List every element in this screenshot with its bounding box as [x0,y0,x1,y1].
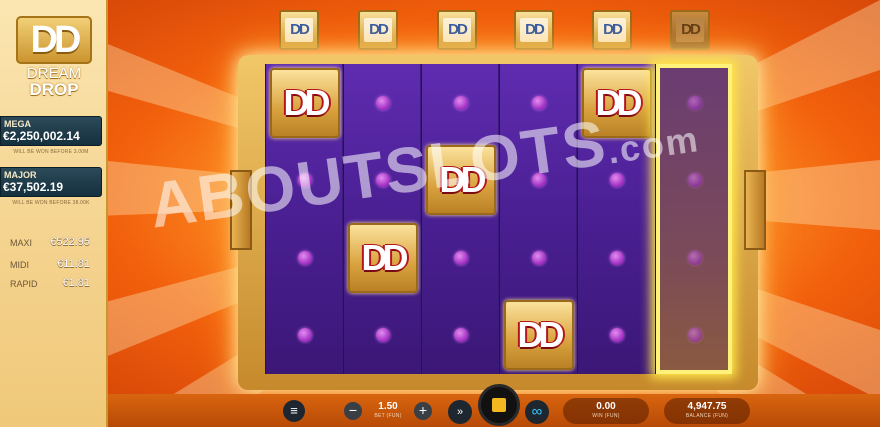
rapid-jackpot: RAPID €1.81 [10,277,90,291]
menu-button[interactable]: ≡ [283,400,305,422]
dd-symbol: DD [425,145,496,216]
major-jackpot-name: MAJOR [4,170,37,180]
top-marker-4: DD [514,10,554,50]
major-jackpot-value: €37,502.19 [3,180,64,194]
empty-dot [297,173,312,188]
dd-symbol: DD [581,67,652,138]
dd-symbol: DD [503,300,574,371]
major-jackpot-note: WILL BE WON BEFORE 38.00K [12,200,90,206]
midi-jackpot: MIDI €11.81 [10,258,90,272]
empty-dot [609,173,624,188]
top-marker-label: DD [285,18,313,42]
bet-label: BET (FUN) [374,413,402,419]
dd-symbol-label: DD [595,81,643,123]
reel-2: DD [343,64,420,374]
stop-icon [492,398,506,412]
empty-dot [531,173,546,188]
top-marker-3: DD [437,10,477,50]
mega-jackpot-value: €2,250,002.14 [3,129,80,143]
top-marker-label: DD [598,18,626,42]
menu-icon: ≡ [290,403,298,418]
dd-symbol: DD [269,67,340,138]
mega-jackpot-name: MEGA [4,119,31,129]
empty-dot [453,328,468,343]
autoplay-button[interactable]: ∞ [525,400,549,424]
maxi-jackpot-value: €522.95 [50,236,90,248]
midi-jackpot-name: MIDI [10,260,29,270]
dd-symbol-label: DD [517,314,565,356]
logo-mark: DD [16,16,92,64]
reel-4: DD [499,64,576,374]
top-marker-label: DD [676,18,704,42]
reel-1: DD [265,64,342,374]
frame-tab-right [744,170,766,250]
reel-5: DD [577,64,654,374]
turbo-button[interactable]: » [448,400,472,424]
empty-dot [375,173,390,188]
midi-jackpot-value: €11.81 [57,258,90,270]
dd-symbol: DD [347,222,418,293]
rapid-jackpot-name: RAPID [10,279,38,289]
minus-icon: − [348,402,358,418]
empty-dot [453,95,468,110]
fast-forward-icon: » [456,406,464,418]
infinity-icon: ∞ [531,403,543,420]
balance-display: 4,947.75 BALANCE (FUN) [664,398,750,424]
maxi-jackpot-name: MAXI [10,238,33,248]
dd-symbol-label: DD [439,159,487,201]
empty-dot [687,250,702,265]
major-jackpot: MAJOR €37,502.19 [0,167,102,197]
jackpot-panel: DD DREAM DROP MEGA €2,250,002.14 WILL BE… [0,0,108,427]
empty-dot [375,328,390,343]
bet-increase-button[interactable]: + [414,402,432,420]
top-marker-label: DD [520,18,548,42]
empty-dot [687,328,702,343]
rapid-jackpot-value: €1.81 [62,277,90,289]
dd-symbol-label: DD [283,81,331,123]
frame-tab-left [230,170,252,250]
top-marker-label: DD [364,18,392,42]
mega-jackpot: MEGA €2,250,002.14 [0,116,102,146]
win-value: 0.00 [596,401,616,412]
win-display: 0.00 WIN (FUN) [563,398,649,424]
reel-3: DD [421,64,498,374]
logo-line2: DROP [29,80,79,99]
balance-value: 4,947.75 [687,401,727,412]
top-marker-2: DD [358,10,398,50]
reel-grid: DD DD DD DD DD [265,64,732,374]
empty-dot [375,95,390,110]
empty-dot [609,328,624,343]
bet-display: 1.50 BET (FUN) [364,398,412,424]
mega-jackpot-note: WILL BE WON BEFORE 3.00M [13,149,89,155]
top-marker-6: DD [670,10,710,50]
empty-dot [687,95,702,110]
bet-value: 1.50 [378,401,398,412]
bet-decrease-button[interactable]: − [344,402,362,420]
balance-label: BALANCE (FUN) [685,413,729,419]
empty-dot [531,95,546,110]
empty-dot [453,250,468,265]
dd-symbol-label: DD [361,236,409,278]
top-marker-5: DD [592,10,632,50]
empty-dot [609,250,624,265]
plus-icon: + [418,402,428,418]
spin-stop-button[interactable] [478,384,520,426]
empty-dot [531,250,546,265]
maxi-jackpot: MAXI €522.95 [10,236,90,250]
top-marker-1: DD [279,10,319,50]
top-marker-label: DD [443,18,471,42]
reel-6 [655,64,732,374]
win-label: WIN (FUN) [592,413,620,419]
empty-dot [297,250,312,265]
dream-drop-logo: DD DREAM DROP [12,16,96,100]
empty-dot [297,328,312,343]
empty-dot [687,173,702,188]
